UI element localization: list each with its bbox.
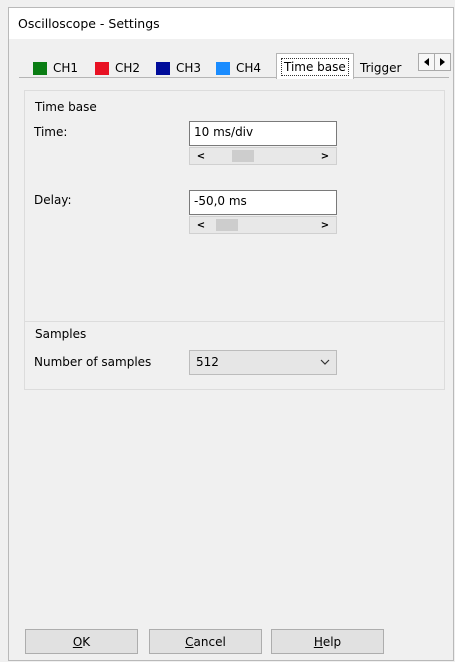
group-title: Time base <box>35 100 97 114</box>
ch4-color-swatch <box>216 61 230 75</box>
cancel-button[interactable]: Cancel <box>149 629 262 654</box>
number-of-samples-label: Number of samples <box>34 355 152 369</box>
tab-ch1[interactable]: CH1 <box>29 58 82 78</box>
triangle-left-icon <box>423 58 429 66</box>
triangle-right-icon <box>439 58 445 66</box>
tab-label: Trigger <box>360 61 402 75</box>
tab-label: CH4 <box>236 61 262 75</box>
time-scrollbar[interactable]: < > <box>189 147 337 165</box>
tab-label: CH2 <box>115 61 141 75</box>
ok-button[interactable]: OK <box>25 629 138 654</box>
tab-time-base[interactable]: Time base <box>276 53 354 79</box>
tab-trigger[interactable]: Trigger <box>356 58 414 78</box>
chevron-right-icon[interactable]: > <box>316 217 334 233</box>
tab-ch4[interactable]: CH4 <box>212 58 265 78</box>
help-button[interactable]: Help <box>271 629 384 654</box>
window-title: Oscilloscope - Settings <box>9 8 453 39</box>
tab-ch3[interactable]: CH3 <box>152 58 205 78</box>
chevron-right-icon[interactable]: > <box>316 148 334 164</box>
group-title: Samples <box>35 327 87 341</box>
chevron-left-icon[interactable]: < <box>192 148 210 164</box>
delay-scrollbar[interactable]: < > <box>189 216 337 234</box>
timebase-group: Time base Time: 10 ms/div < > Delay: -50… <box>24 90 445 322</box>
settings-dialog: Oscilloscope - Settings CH1 CH2 CH3 CH4 … <box>8 7 454 661</box>
chevron-left-icon[interactable]: < <box>192 217 210 233</box>
tab-label: Time base <box>281 57 349 76</box>
tab-content: Time base Time: 10 ms/div < > Delay: -50… <box>19 78 449 616</box>
tab-label: CH3 <box>176 61 202 75</box>
ch2-color-swatch <box>95 61 109 75</box>
time-label: Time: <box>34 125 68 139</box>
ch1-color-swatch <box>33 61 47 75</box>
tab-label: CH1 <box>53 61 79 75</box>
tab-scroll-left-button[interactable] <box>418 53 435 71</box>
samples-group: Samples Number of samples 512 <box>24 321 445 390</box>
number-of-samples-select[interactable]: 512 <box>189 350 337 375</box>
ch3-color-swatch <box>156 61 170 75</box>
delay-label: Delay: <box>34 193 72 207</box>
selected-value: 512 <box>196 355 219 369</box>
tab-strip: CH1 CH2 CH3 CH4 Time base Trigger <box>19 53 449 79</box>
tab-scroll-right-button[interactable] <box>434 53 451 71</box>
chevron-down-icon <box>320 359 330 365</box>
tab-ch2[interactable]: CH2 <box>91 58 144 78</box>
time-input[interactable]: 10 ms/div <box>189 121 337 146</box>
scrollbar-thumb[interactable] <box>232 150 254 162</box>
tab-scroll-buttons <box>418 53 451 71</box>
scrollbar-thumb[interactable] <box>216 219 238 231</box>
delay-input[interactable]: -50,0 ms <box>189 190 337 215</box>
